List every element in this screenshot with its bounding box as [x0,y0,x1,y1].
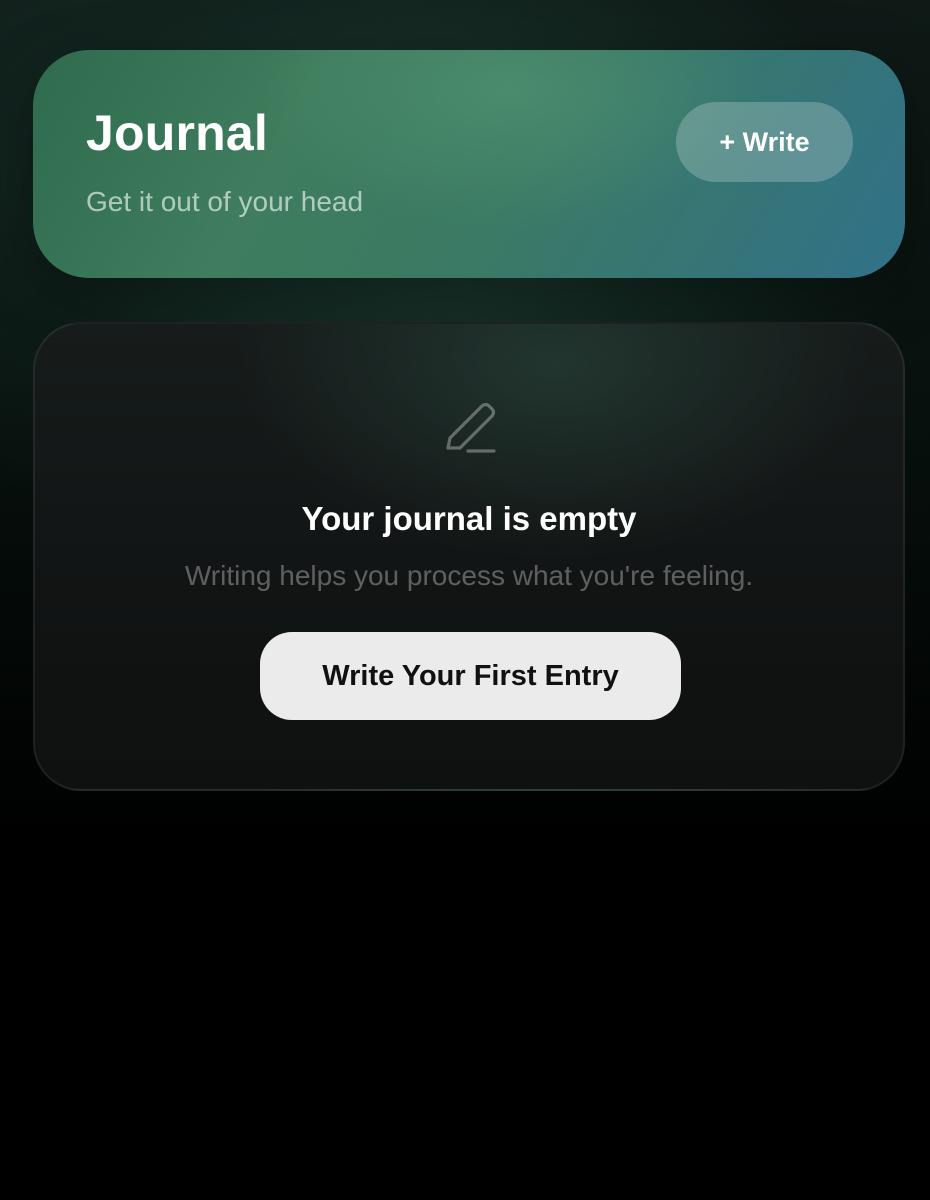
empty-state-subtitle: Writing helps you process what you're fe… [184,560,754,591]
page-subtitle: Get it out of your head [86,186,364,217]
empty-state-title: Your journal is empty [301,500,637,537]
journal-screen: Journal Get it out of your head + Write … [0,0,930,1200]
write-first-entry-button[interactable]: Write Your First Entry [260,632,681,720]
pencil-icon [446,402,496,453]
page-title: Journal [86,105,268,161]
write-button[interactable]: + Write [676,102,853,182]
empty-state-card: Your journal is empty Writing helps you … [33,322,905,791]
journal-header-card: Journal Get it out of your head + Write [33,50,905,278]
